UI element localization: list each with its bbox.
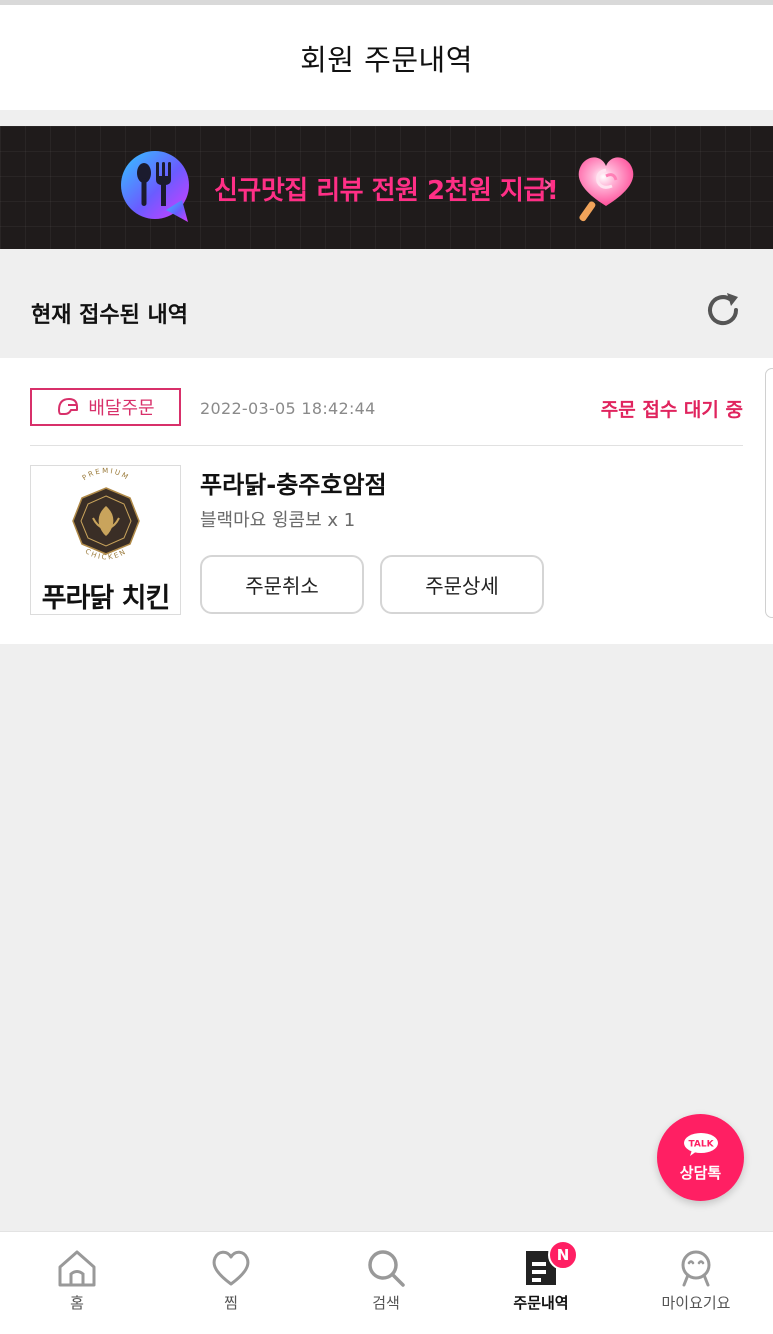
heart-icon	[212, 1250, 250, 1286]
promo-banner[interactable]: 신규맛집 리뷰 전원 2천원 지급! ›	[0, 126, 773, 249]
order-detail-button[interactable]: 주문상세	[380, 555, 544, 614]
order-card: 배달주문 2022-03-05 18:42:44 주문 접수 대기 중 PREM…	[0, 358, 773, 644]
nav-search[interactable]: 검색	[309, 1232, 463, 1334]
current-orders-header: 현재 접수된 내역	[0, 265, 773, 357]
nav-home[interactable]: 홈	[0, 1232, 154, 1334]
search-icon	[368, 1250, 405, 1287]
delivery-type-label: 배달주문	[88, 398, 155, 419]
page-title: 회원 주문내역	[300, 42, 473, 77]
delivery-tag: 배달주문	[30, 388, 181, 426]
store-logo: PREMIUM CHICKEN 푸라닭 치킨	[30, 465, 181, 615]
nav-search-label: 검색	[372, 1294, 400, 1312]
chevron-right-icon: ›	[543, 170, 553, 198]
nav-my-yogiyo[interactable]: 마이요기요	[619, 1232, 773, 1334]
nav-home-label: 홈	[70, 1294, 84, 1312]
banner-text: 신규맛집 리뷰 전원 2천원 지급!	[214, 176, 559, 206]
new-badge: N	[548, 1240, 578, 1270]
page-header: 회원 주문내역	[0, 5, 773, 110]
refresh-icon[interactable]	[703, 289, 745, 331]
talk-chat-button[interactable]: TALK 상담톡	[657, 1114, 744, 1201]
next-card-edge	[765, 368, 773, 618]
store-name[interactable]: 푸라닭-충주호암점	[200, 465, 387, 500]
svg-text:PREMIUM: PREMIUM	[81, 467, 131, 482]
lollipop-icon	[578, 157, 634, 222]
order-status: 주문 접수 대기 중	[600, 399, 743, 421]
card-divider	[30, 445, 743, 446]
section-title: 현재 접수된 내역	[31, 303, 188, 328]
svg-text:TALK: TALK	[688, 1139, 714, 1149]
pradak-emblem-icon: PREMIUM CHICKEN	[72, 467, 140, 561]
logo-wordmark: 푸라닭 치킨	[41, 583, 171, 614]
cancel-order-button[interactable]: 주문취소	[200, 555, 364, 614]
order-timestamp: 2022-03-05 18:42:44	[200, 399, 376, 418]
restaurant-review-icon	[121, 151, 189, 222]
nav-orders-label: 주문내역	[513, 1294, 569, 1312]
nav-orders[interactable]: N 주문내역	[464, 1232, 618, 1334]
nav-favorites[interactable]: 찜	[154, 1232, 308, 1334]
order-items: 블랙마요 윙콤보 x 1	[200, 510, 356, 531]
nav-favorites-label: 찜	[224, 1294, 238, 1312]
talk-bubble-icon: TALK	[683, 1132, 718, 1156]
talk-label: 상담톡	[679, 1163, 722, 1182]
profile-icon	[681, 1250, 711, 1287]
delivery-helmet-icon	[58, 398, 79, 415]
nav-my-yogiyo-label: 마이요기요	[661, 1294, 731, 1312]
home-icon	[58, 1250, 96, 1287]
bottom-navigation: 홈 찜 검색 N 주문내역 마이요기요	[0, 1231, 773, 1334]
